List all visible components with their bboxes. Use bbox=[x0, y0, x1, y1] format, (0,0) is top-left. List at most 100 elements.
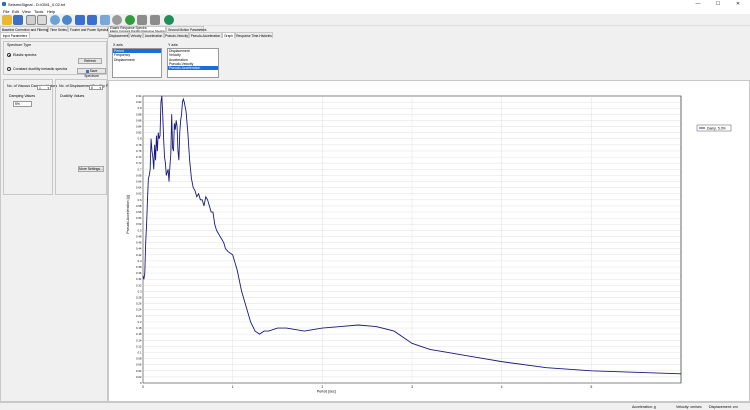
y-tick-label: 0.74 bbox=[136, 155, 142, 159]
radio-constant-ductility[interactable] bbox=[7, 67, 11, 71]
save-spectrum-button[interactable]: Save Spectrum bbox=[77, 68, 106, 78]
x-tick-label: 3 bbox=[411, 385, 413, 389]
data-point bbox=[180, 120, 181, 121]
menu-edit[interactable]: Edit bbox=[12, 9, 19, 14]
arrow-down-icon[interactable] bbox=[75, 15, 85, 25]
y-tick-label: 0.68 bbox=[136, 173, 142, 177]
data-point bbox=[161, 95, 163, 97]
data-point bbox=[245, 306, 247, 307]
status-velocity: Velocity: cm/sec bbox=[676, 405, 702, 409]
y-tick-label: 0.8 bbox=[138, 137, 142, 141]
menu-view[interactable]: View bbox=[22, 9, 31, 14]
y-tick-label: 0.14 bbox=[136, 338, 142, 342]
y-tick-label: 0.06 bbox=[136, 363, 142, 367]
data-point bbox=[189, 159, 190, 161]
menu-tools[interactable]: Tools bbox=[34, 9, 43, 14]
data-point bbox=[182, 101, 183, 103]
tab-displacement[interactable]: Displacement bbox=[108, 32, 129, 38]
close-button[interactable]: ✕ bbox=[730, 0, 746, 8]
zoom-in-icon[interactable] bbox=[50, 15, 60, 25]
tab-pseudo-acceleration[interactable]: Pseudo-Acceleration bbox=[189, 32, 222, 38]
save-spectrum-icon bbox=[85, 69, 89, 73]
data-point bbox=[174, 123, 175, 124]
tab-response-time-histories[interactable]: Response Time-Histories bbox=[235, 32, 273, 38]
spectrum-type-label: Spectrum Type bbox=[7, 43, 32, 47]
tab-velocity[interactable]: Velocity bbox=[129, 32, 143, 38]
data-point bbox=[340, 326, 341, 327]
tab-graph[interactable]: Graph bbox=[222, 32, 235, 38]
radio-elastic-spectra[interactable] bbox=[7, 53, 11, 57]
x-tick-label: 5 bbox=[590, 385, 592, 389]
damping-value-input[interactable]: 5% bbox=[13, 101, 32, 107]
y-tick-label: 0.46 bbox=[136, 241, 142, 245]
settings-icon[interactable] bbox=[112, 15, 122, 25]
tab-pseudo-velocity[interactable]: Pseudo-Velocity bbox=[164, 32, 189, 38]
data-point bbox=[198, 193, 199, 194]
tools-2-icon[interactable] bbox=[150, 15, 160, 25]
zoom-out-icon[interactable] bbox=[62, 15, 72, 25]
refresh-button[interactable]: Refresh bbox=[78, 58, 102, 64]
data-point bbox=[149, 175, 150, 176]
graph-settings-icon[interactable] bbox=[100, 15, 110, 25]
data-point bbox=[156, 135, 157, 136]
x-axis-list[interactable]: Period Frequency Displacement bbox=[112, 48, 162, 78]
data-point bbox=[177, 150, 179, 152]
data-point bbox=[157, 150, 158, 152]
y-tick-label: 0.26 bbox=[136, 302, 142, 306]
status-displacement: Displacement: cm bbox=[709, 405, 738, 409]
save-icon[interactable] bbox=[13, 15, 23, 25]
y-tick-label: 0.1 bbox=[138, 350, 142, 354]
app-icon bbox=[2, 2, 6, 6]
y-tick-label: 0.12 bbox=[136, 344, 142, 348]
tab-acceleration[interactable]: Acceleration bbox=[143, 32, 164, 38]
minimize-button[interactable]: — bbox=[690, 0, 706, 8]
y-tick-label: 0.48 bbox=[136, 234, 142, 238]
no-displacement-select[interactable]: 0 ▾ bbox=[89, 85, 103, 90]
y-tick-label: 0.78 bbox=[136, 143, 142, 147]
data-point bbox=[203, 205, 205, 207]
data-point bbox=[143, 278, 145, 280]
web-icon[interactable] bbox=[164, 15, 174, 25]
x-tick-label: 1 bbox=[232, 385, 234, 389]
x-axis-item-displacement[interactable]: Displacement bbox=[113, 58, 161, 62]
response-spectrum-chart: 0 0.02 0.04 0.06 0.08 0.1 0.12 0.14 0.16 0.18 0.2 0… bbox=[126, 94, 732, 394]
data-point bbox=[148, 178, 149, 179]
data-point bbox=[205, 196, 207, 198]
data-point bbox=[187, 132, 189, 133]
data-point bbox=[357, 324, 359, 326]
data-point bbox=[175, 120, 177, 121]
y-tick-label: 0.02 bbox=[136, 375, 142, 379]
radio-elastic-spectra-label: Elastic spectra bbox=[13, 53, 37, 57]
data-point bbox=[207, 199, 208, 201]
chart-area: 0 0.02 0.04 0.06 0.08 0.1 0.12 0.14 0.16 0.18 0.2 0… bbox=[108, 80, 750, 402]
maximize-button[interactable]: ☐ bbox=[710, 0, 726, 8]
open-folder-icon[interactable] bbox=[2, 15, 12, 25]
y-tick-label: 0.64 bbox=[136, 186, 142, 190]
data-point bbox=[429, 349, 431, 350]
data-point bbox=[157, 132, 159, 133]
y-tick-label: 0.56 bbox=[136, 210, 142, 214]
data-point bbox=[165, 162, 166, 164]
legend: Damp. 5.0% bbox=[696, 124, 732, 132]
data-point bbox=[236, 269, 238, 271]
arrow-up-icon[interactable] bbox=[87, 15, 97, 25]
y-tick-label: 0.38 bbox=[136, 265, 142, 269]
data-point bbox=[158, 138, 160, 139]
help-icon[interactable] bbox=[125, 15, 135, 25]
y-axis-item-pseudo-acceleration[interactable]: Pseudo-Acceleration bbox=[168, 66, 218, 71]
data-point bbox=[680, 373, 682, 375]
data-point bbox=[447, 352, 449, 353]
x-tick-label: 4 bbox=[501, 385, 503, 389]
y-axis-list[interactable]: Displacement Velocity Acceleration Pseud… bbox=[167, 48, 219, 78]
data-point bbox=[181, 114, 182, 115]
tools-icon[interactable] bbox=[137, 15, 147, 25]
menu-file[interactable]: File bbox=[3, 9, 9, 14]
more-settings-button[interactable]: More Settings... bbox=[78, 166, 104, 172]
data-point bbox=[179, 132, 181, 133]
y-tick-label: 0.16 bbox=[136, 332, 142, 336]
menu-help[interactable]: Help bbox=[47, 9, 55, 14]
no-viscous-select[interactable]: 1 ▾ bbox=[37, 85, 51, 90]
export-icon[interactable] bbox=[37, 15, 47, 25]
data-point bbox=[183, 98, 184, 100]
copy-icon[interactable] bbox=[26, 15, 36, 25]
